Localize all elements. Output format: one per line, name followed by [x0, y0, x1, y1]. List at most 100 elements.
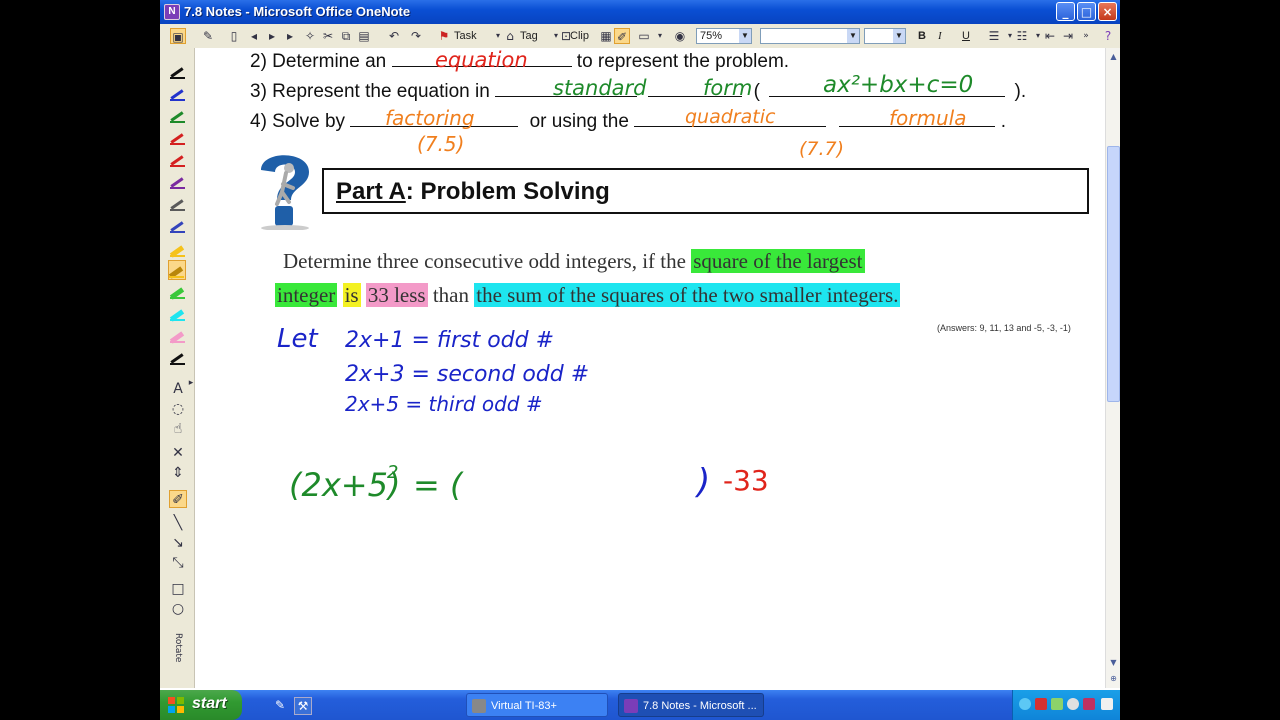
pen-red-thin-icon[interactable]	[170, 150, 186, 168]
underline-button[interactable]: U	[962, 27, 970, 45]
pen-gray-icon[interactable]	[170, 194, 186, 212]
maximize-button[interactable]: □	[1077, 2, 1096, 21]
scrollbar-thumb[interactable]	[1107, 146, 1120, 402]
bold-button[interactable]: B	[918, 27, 926, 45]
toolbar-options-icon[interactable]: »	[1078, 28, 1094, 44]
research-icon[interactable]: ◉	[672, 28, 688, 44]
taskbar-onenote[interactable]: 7.8 Notes - Microsoft ...	[618, 693, 764, 717]
type-icon[interactable]: A	[169, 380, 187, 398]
handwritten-eq-left: (2x+5)	[289, 466, 401, 504]
outdent-icon[interactable]: ⇤	[1042, 28, 1058, 44]
quick-launch-tool-icon[interactable]: ⚒	[294, 697, 312, 715]
tray-sync-icon[interactable]	[1067, 698, 1079, 710]
quick-launch-pen-icon[interactable]: ✎	[272, 697, 288, 713]
font-select[interactable]: ▼	[760, 28, 860, 44]
clip-button[interactable]: Clip	[570, 27, 589, 45]
new-page-icon[interactable]: ▯	[226, 28, 242, 44]
cut-icon[interactable]: ✂	[320, 28, 336, 44]
start-button[interactable]: start	[160, 690, 242, 720]
zoom-select[interactable]: 75% ▼	[696, 28, 752, 44]
tray-app-icon[interactable]	[1083, 698, 1095, 710]
forward-icon[interactable]: ▸	[264, 28, 280, 44]
line-highlighter-icon[interactable]: ✐	[169, 490, 187, 508]
lasso-icon[interactable]: ◌	[169, 400, 187, 418]
task-flag-icon[interactable]: ⚑	[436, 28, 452, 44]
part-a-rest: : Problem Solving	[405, 178, 610, 205]
line-icon[interactable]: ╲	[169, 514, 187, 532]
taskbar-virtual-ti83[interactable]: Virtual TI-83+	[466, 693, 608, 717]
tag-icon[interactable]: ⌂	[502, 28, 518, 44]
onenote-window: N 7.8 Notes - Microsoft Office OneNote _…	[160, 0, 1120, 720]
tray-security-icon[interactable]	[1035, 698, 1047, 710]
chevron-down-icon: ▼	[893, 29, 905, 43]
handwritten-eq-close: )	[697, 462, 711, 502]
pen-green-icon[interactable]	[170, 106, 186, 124]
highlighter-green-icon[interactable]	[169, 282, 186, 300]
pen-black-2-icon[interactable]	[170, 348, 186, 366]
undo-icon[interactable]: ↶	[386, 28, 402, 44]
pen-purple-icon[interactable]	[170, 172, 186, 190]
pen-black-icon[interactable]	[170, 62, 186, 80]
note-page[interactable]: 2) Determine an to represent the problem…	[195, 48, 1105, 688]
paste-icon[interactable]: ▤	[356, 28, 372, 44]
task-button[interactable]: Task	[454, 27, 477, 45]
attach-icon[interactable]: ✧	[302, 28, 318, 44]
scroll-up-icon[interactable]: ▲	[1107, 50, 1120, 64]
table-icon[interactable]: ▦	[598, 28, 614, 44]
numbering-icon[interactable]: ☷	[1014, 28, 1030, 44]
highlighter-yellow-icon[interactable]	[169, 240, 186, 258]
screen-clip-dropdown-icon[interactable]: ▾	[652, 28, 668, 44]
tray-network-icon[interactable]	[1019, 698, 1031, 710]
rectangle-icon[interactable]: □	[169, 580, 187, 598]
tray-battery-icon[interactable]	[1051, 698, 1063, 710]
help-icon[interactable]: ?	[1100, 28, 1116, 44]
problem-text-1: Determine three consecutive odd integers…	[283, 249, 692, 273]
problem-text-than: than	[427, 283, 475, 307]
scroll-down-icon[interactable]: ▼	[1107, 656, 1120, 670]
part-a-title: Part A: Problem Solving	[336, 178, 610, 206]
highlighter-cyan-icon[interactable]	[169, 304, 186, 322]
back-icon[interactable]: ◂	[246, 28, 262, 44]
toolbar: ▣ ✎ ▯ ◂ ▸ ▸ ✧ ✂ ⧉ ▤ ↶ ↷ ⚑ Task ▾ ⌂ Tag ▾…	[160, 24, 1120, 49]
handwritten-equation: equation	[435, 48, 528, 72]
indent-icon[interactable]: ⇥	[1060, 28, 1076, 44]
insert-space-icon[interactable]: ⇕	[169, 464, 187, 482]
font-size-select[interactable]: ▼	[864, 28, 906, 44]
pen-red-icon[interactable]	[170, 128, 186, 146]
view-icon[interactable]: ▣	[170, 28, 186, 44]
handwritten-eq-exponent: 2	[387, 462, 399, 483]
windows-logo-icon	[168, 697, 184, 713]
highlight-tool-icon[interactable]: ✐	[614, 28, 630, 44]
double-arrow-icon[interactable]: ⤡	[169, 554, 187, 572]
chevron-down-icon: ▼	[847, 29, 859, 43]
tray-volume-icon[interactable]	[1101, 698, 1113, 710]
bullets-icon[interactable]: ☰	[986, 28, 1002, 44]
tag-button[interactable]: Tag	[520, 27, 538, 45]
next-icon[interactable]: ▸	[282, 28, 298, 44]
panning-hand-icon[interactable]: ☝	[169, 420, 187, 438]
vertical-scrollbar[interactable]: ▲ ▼ ⊕	[1105, 48, 1120, 688]
close-button[interactable]: ×	[1098, 2, 1117, 21]
rotate-icon[interactable]: Rotate	[169, 630, 187, 666]
italic-button[interactable]: I	[938, 27, 942, 45]
highlighter-pink-icon[interactable]	[169, 326, 186, 344]
screen-clip-icon[interactable]: ▭	[636, 28, 652, 44]
circle-icon[interactable]: ○	[169, 600, 187, 618]
onenote-icon: N	[164, 4, 180, 20]
handwritten-third-odd: 2x+5 = third odd #	[345, 392, 543, 416]
redo-icon[interactable]: ↷	[408, 28, 424, 44]
new-page-scroll-icon[interactable]: ⊕	[1107, 672, 1120, 686]
task-label: Virtual TI-83+	[491, 700, 557, 712]
copy-icon[interactable]: ⧉	[338, 28, 354, 44]
pen-icon[interactable]: ✎	[200, 28, 216, 44]
step-3-prefix: 3) Represent the equation in	[250, 81, 490, 102]
highlighter-yellow-selected-icon[interactable]	[168, 260, 186, 280]
handwritten-first-odd: 2x+1 = first odd #	[345, 328, 555, 353]
pen-blue-icon[interactable]	[170, 84, 186, 102]
part-a-label: Part A	[336, 178, 406, 205]
arrow-line-icon[interactable]: ↘	[169, 534, 187, 552]
minimize-button[interactable]: _	[1056, 2, 1075, 21]
handwritten-factoring: factoring	[385, 106, 475, 130]
pen-blue-thin-icon[interactable]	[170, 216, 186, 234]
eraser-icon[interactable]: ✕	[169, 444, 187, 462]
